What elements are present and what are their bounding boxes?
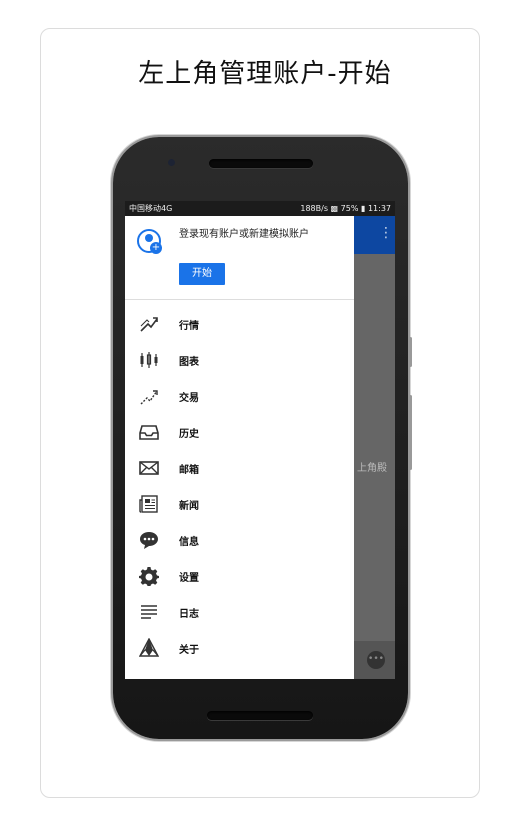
menu-item-charts[interactable]: 图表: [125, 342, 354, 378]
side-button: [409, 337, 412, 367]
menu-item-quotes[interactable]: 行情: [125, 306, 354, 342]
navigation-drawer: + 登录现有账户或新建模拟账户 开始 行情 图表 交易 历史 邮箱 新闻 信息 …: [125, 216, 354, 679]
top-speaker: [209, 159, 313, 168]
menu-label: 新闻: [179, 501, 199, 512]
phone-screen: 中国移动4G 188B/s ▩ 75% ▮ 11:37 ⋮ 上角殿 ••• + …: [125, 201, 395, 679]
network-speed: 188B/s: [300, 204, 328, 213]
menu-label: 设置: [179, 573, 199, 584]
camera-icon: [168, 159, 175, 166]
menu-label: 历史: [179, 429, 199, 440]
battery-percent: 75%: [340, 204, 359, 213]
log-icon: [141, 605, 157, 619]
page-title: 左上角管理账户-开始: [138, 59, 392, 89]
chat-icon: [140, 532, 158, 549]
status-bar: 中国移动4G 188B/s ▩ 75% ▮ 11:37: [125, 201, 395, 216]
more-vert-icon[interactable]: ⋮: [379, 226, 393, 240]
clock: 11:37: [367, 204, 391, 213]
mail-icon: [139, 461, 159, 475]
avatar-head: [145, 234, 153, 242]
news-icon: [139, 495, 158, 513]
menu-item-news[interactable]: 新闻: [125, 486, 354, 522]
menu-item-history[interactable]: 历史: [125, 414, 354, 450]
bottom-speaker: [207, 711, 313, 720]
gear-icon: [139, 567, 159, 586]
about-icon: [139, 638, 159, 657]
battery-icon: ▮: [360, 204, 366, 213]
plus-icon: +: [150, 242, 162, 254]
menu-item-settings[interactable]: 设置: [125, 558, 354, 594]
menu-item-log[interactable]: 日志: [125, 594, 354, 630]
carrier-label: 中国移动4G: [129, 204, 173, 213]
menu-item-messages[interactable]: 信息: [125, 522, 354, 558]
chat-bubble-icon[interactable]: •••: [367, 651, 385, 669]
login-prompt[interactable]: 登录现有账户或新建模拟账户: [179, 229, 324, 241]
menu-label: 交易: [179, 393, 199, 404]
drawer-menu: 行情 图表 交易 历史 邮箱 新闻 信息 设置 日志 关于: [125, 306, 354, 666]
start-button[interactable]: 开始: [179, 263, 225, 285]
menu-item-about[interactable]: 关于: [125, 630, 354, 666]
menu-label: 行情: [179, 321, 199, 332]
menu-label: 邮箱: [179, 465, 199, 476]
status-right: 188B/s ▩ 75% ▮ 11:37: [300, 201, 391, 216]
menu-label: 日志: [179, 609, 199, 620]
menu-label: 关于: [179, 645, 199, 656]
menu-item-trade[interactable]: 交易: [125, 378, 354, 414]
background-text: 上角殿: [357, 463, 387, 474]
menu-label: 图表: [179, 357, 199, 368]
phone-frame: 中国移动4G 188B/s ▩ 75% ▮ 11:37 ⋮ 上角殿 ••• + …: [113, 137, 412, 739]
quotes-icon: [140, 317, 158, 332]
drawer-header: + 登录现有账户或新建模拟账户 开始: [125, 216, 354, 300]
add-account-icon[interactable]: +: [137, 229, 162, 254]
trade-icon: [140, 390, 158, 405]
history-inbox-icon: [139, 425, 159, 440]
volume-button: [409, 395, 412, 470]
signal-icon: ▩: [330, 204, 339, 213]
chart-candles-icon: [140, 352, 158, 368]
menu-item-mail[interactable]: 邮箱: [125, 450, 354, 486]
menu-label: 信息: [179, 537, 199, 548]
